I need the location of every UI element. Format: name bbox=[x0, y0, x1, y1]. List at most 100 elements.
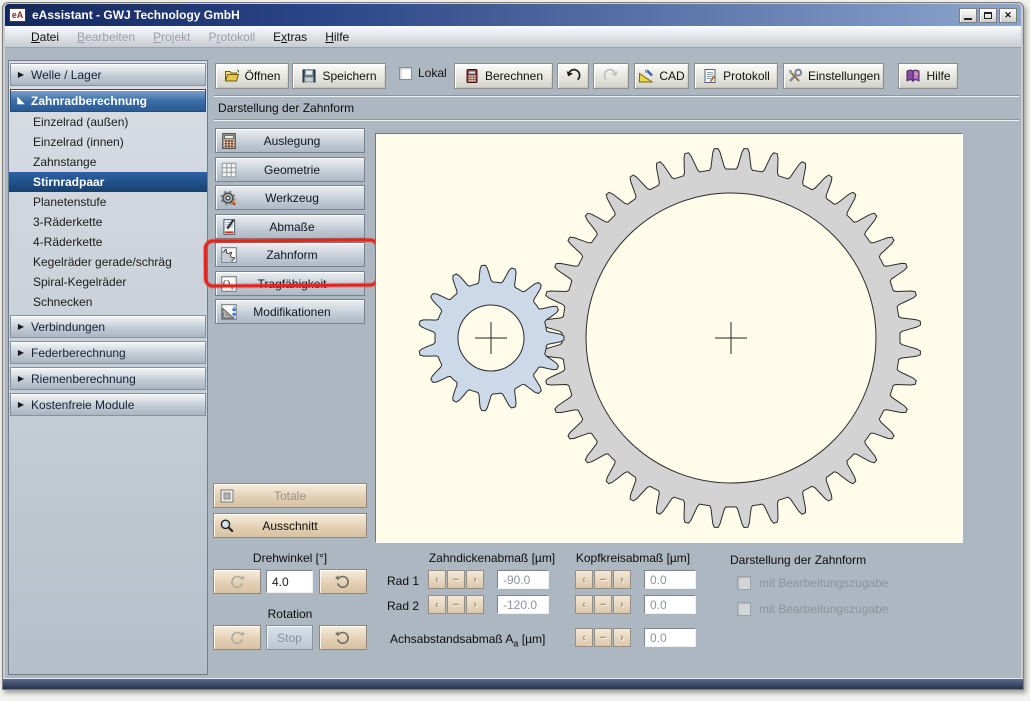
sidebar-section-federberechnung[interactable]: ▶Federberechnung bbox=[10, 341, 206, 364]
collapsed-triangle-icon: ▶ bbox=[11, 322, 31, 331]
rotation-ccw-button[interactable] bbox=[213, 625, 261, 650]
modification-icon bbox=[220, 303, 238, 321]
hilfe-button[interactable]: ? Hilfe bbox=[898, 63, 958, 89]
spinner-minus-button[interactable]: − bbox=[594, 628, 612, 647]
rad2-zahndicken-spinner: ‹−› bbox=[428, 595, 484, 614]
einstellungen-button[interactable]: Einstellungen bbox=[783, 63, 884, 89]
sidebar-section-riemenberechnung[interactable]: ▶Riemenberechnung bbox=[10, 367, 206, 390]
sidebar-section-welle-lager[interactable]: ▶Welle / Lager bbox=[10, 63, 206, 86]
ausschnitt-button[interactable]: Ausschnitt bbox=[213, 513, 367, 538]
totale-button[interactable]: Totale bbox=[213, 483, 367, 508]
gear-drawing bbox=[376, 134, 962, 542]
sidebar-section-verbindungen[interactable]: ▶Verbindungen bbox=[10, 315, 206, 338]
menu-item-extras[interactable]: Extras bbox=[264, 28, 316, 46]
maximize-button[interactable] bbox=[979, 8, 997, 23]
notes-pencil-icon bbox=[220, 218, 238, 236]
geometrie-button[interactable]: Geometrie bbox=[215, 157, 365, 182]
abma-e-button[interactable]: Abmaße bbox=[215, 214, 365, 239]
gear-view-canvas[interactable] bbox=[375, 133, 963, 543]
sidebar-item-planetenstufe[interactable]: Planetenstufe bbox=[9, 192, 207, 212]
spinner-right-button[interactable]: › bbox=[466, 595, 484, 614]
menu-item-datei[interactable]: Datei bbox=[22, 28, 68, 46]
spinner-left-button[interactable]: ‹ bbox=[428, 570, 446, 589]
spinner-right-button[interactable]: › bbox=[613, 628, 631, 647]
spinner-minus-button[interactable]: − bbox=[447, 595, 465, 614]
sidebar-item-spiral-kegelr-der[interactable]: Spiral-Kegelräder bbox=[9, 272, 207, 292]
sidebar-item-4-r-derkette[interactable]: 4-Räderkette bbox=[9, 232, 207, 252]
sidebar-item-schnecken[interactable]: Schnecken bbox=[9, 292, 207, 312]
rotate-ccw-button[interactable] bbox=[213, 569, 261, 594]
spinner-minus-button[interactable]: − bbox=[594, 570, 612, 589]
berechnen-button[interactable]: Berechnen bbox=[454, 63, 553, 89]
undo-button[interactable] bbox=[557, 63, 589, 89]
cad-icon bbox=[638, 68, 654, 84]
zahnform-button[interactable]: Zahnform bbox=[215, 242, 365, 267]
auslegung-button[interactable]: Auslegung bbox=[215, 128, 365, 153]
spinner-minus-button[interactable]: − bbox=[447, 570, 465, 589]
rad2-zahndicken-input[interactable] bbox=[497, 595, 549, 614]
rad2-kopfkreis-input[interactable] bbox=[644, 595, 696, 614]
app-icon: eA bbox=[9, 8, 26, 22]
menu-item-projekt[interactable]: Projekt bbox=[144, 28, 199, 46]
spinner-left-button[interactable]: ‹ bbox=[575, 595, 593, 614]
spinner-left-button[interactable]: ‹ bbox=[428, 595, 446, 614]
spinner-left-button[interactable]: ‹ bbox=[575, 628, 593, 647]
spinner-right-button[interactable]: › bbox=[613, 595, 631, 614]
werkzeug-button[interactable]: Werkzeug bbox=[215, 185, 365, 210]
cad-label: CAD bbox=[659, 69, 684, 83]
rotate-cw-button[interactable] bbox=[319, 569, 367, 594]
menu-item-bearbeiten[interactable]: Bearbeiten bbox=[68, 28, 144, 46]
sidebar-item-einzelrad-au-en[interactable]: Einzelrad (außen) bbox=[9, 112, 207, 132]
spinner-right-button[interactable]: › bbox=[466, 570, 484, 589]
redo-button[interactable] bbox=[593, 63, 629, 89]
rotation-cw-button[interactable] bbox=[319, 625, 367, 650]
modifikationen-label: Modifikationen bbox=[242, 305, 342, 319]
undo-icon bbox=[565, 68, 581, 84]
rad1-kopfkreis-spinner: ‹−› bbox=[575, 570, 631, 589]
spinner-minus-button[interactable]: − bbox=[594, 595, 612, 614]
magnifier-icon bbox=[219, 518, 235, 534]
lokal-checkbox-group: Lokal bbox=[399, 66, 447, 80]
svg-text:O: O bbox=[223, 279, 230, 290]
menu-item-protokoll[interactable]: Protokoll bbox=[199, 28, 264, 46]
tragf-higkeit-button[interactable]: OxTragfähigkeit bbox=[215, 271, 365, 296]
cad-button[interactable]: CAD bbox=[634, 63, 689, 89]
drehwinkel-input[interactable] bbox=[266, 570, 313, 593]
close-button[interactable]: ✕ bbox=[999, 8, 1017, 23]
spinner-left-button[interactable]: ‹ bbox=[575, 570, 593, 589]
sidebar-item-3-r-derkette[interactable]: 3-Räderkette bbox=[9, 212, 207, 232]
einstellungen-label: Einstellungen bbox=[808, 69, 880, 83]
modifikationen-button[interactable]: Modifikationen bbox=[215, 299, 365, 324]
sidebar-section-kostenfreie-module[interactable]: ▶Kostenfreie Module bbox=[10, 393, 206, 416]
rad1-kopfkreis-input[interactable] bbox=[644, 570, 696, 589]
sidebar-item-zahnstange[interactable]: Zahnstange bbox=[9, 152, 207, 172]
sidebar-section-zahnradberechnung[interactable]: ◣Zahnradberechnung bbox=[10, 89, 206, 112]
oeffnen-button[interactable]: Öffnen bbox=[215, 63, 289, 89]
speichern-button[interactable]: Speichern bbox=[292, 63, 386, 89]
bearbeitungszugabe-checkbox-2[interactable] bbox=[737, 602, 751, 616]
protokoll-button[interactable]: Protokoll bbox=[694, 63, 778, 89]
bearbeitungszugabe-row-1: mit Bearbeitungszugabe bbox=[737, 576, 888, 590]
menu-item-hilfe[interactable]: Hilfe bbox=[316, 28, 358, 46]
stop-button[interactable]: Stop bbox=[266, 625, 313, 650]
expanded-triangle-icon: ◣ bbox=[11, 95, 31, 106]
hilfe-label: Hilfe bbox=[926, 69, 950, 83]
sidebar-item-kegelr-der-gerade-schr-g[interactable]: Kegelräder gerade/schräg bbox=[9, 252, 207, 272]
minimize-button[interactable] bbox=[959, 8, 977, 23]
totale-label: Totale bbox=[274, 489, 306, 503]
tools-icon bbox=[787, 68, 803, 84]
speichern-label: Speichern bbox=[322, 69, 376, 83]
eassistant-window: eA eAssistant - GWJ Technology GmbH ✕ Da… bbox=[0, 0, 1030, 701]
rad1-zahndicken-input[interactable] bbox=[497, 570, 549, 589]
menubar: DateiBearbeitenProjektProtokollExtrasHil… bbox=[5, 26, 1021, 48]
sidebar-item-einzelrad-innen[interactable]: Einzelrad (innen) bbox=[9, 132, 207, 152]
rotate-cw-icon bbox=[335, 574, 351, 590]
sigma-icon: Ox bbox=[220, 275, 238, 293]
spinner-right-button[interactable]: › bbox=[613, 570, 631, 589]
bearbeitungszugabe-checkbox-1[interactable] bbox=[737, 576, 751, 590]
achsabstand-input[interactable] bbox=[644, 628, 696, 647]
document-icon bbox=[702, 68, 718, 84]
sidebar-item-stirnradpaar[interactable]: Stirnradpaar bbox=[9, 172, 207, 192]
lokal-checkbox[interactable] bbox=[399, 67, 412, 80]
svg-text:?: ? bbox=[914, 73, 918, 80]
